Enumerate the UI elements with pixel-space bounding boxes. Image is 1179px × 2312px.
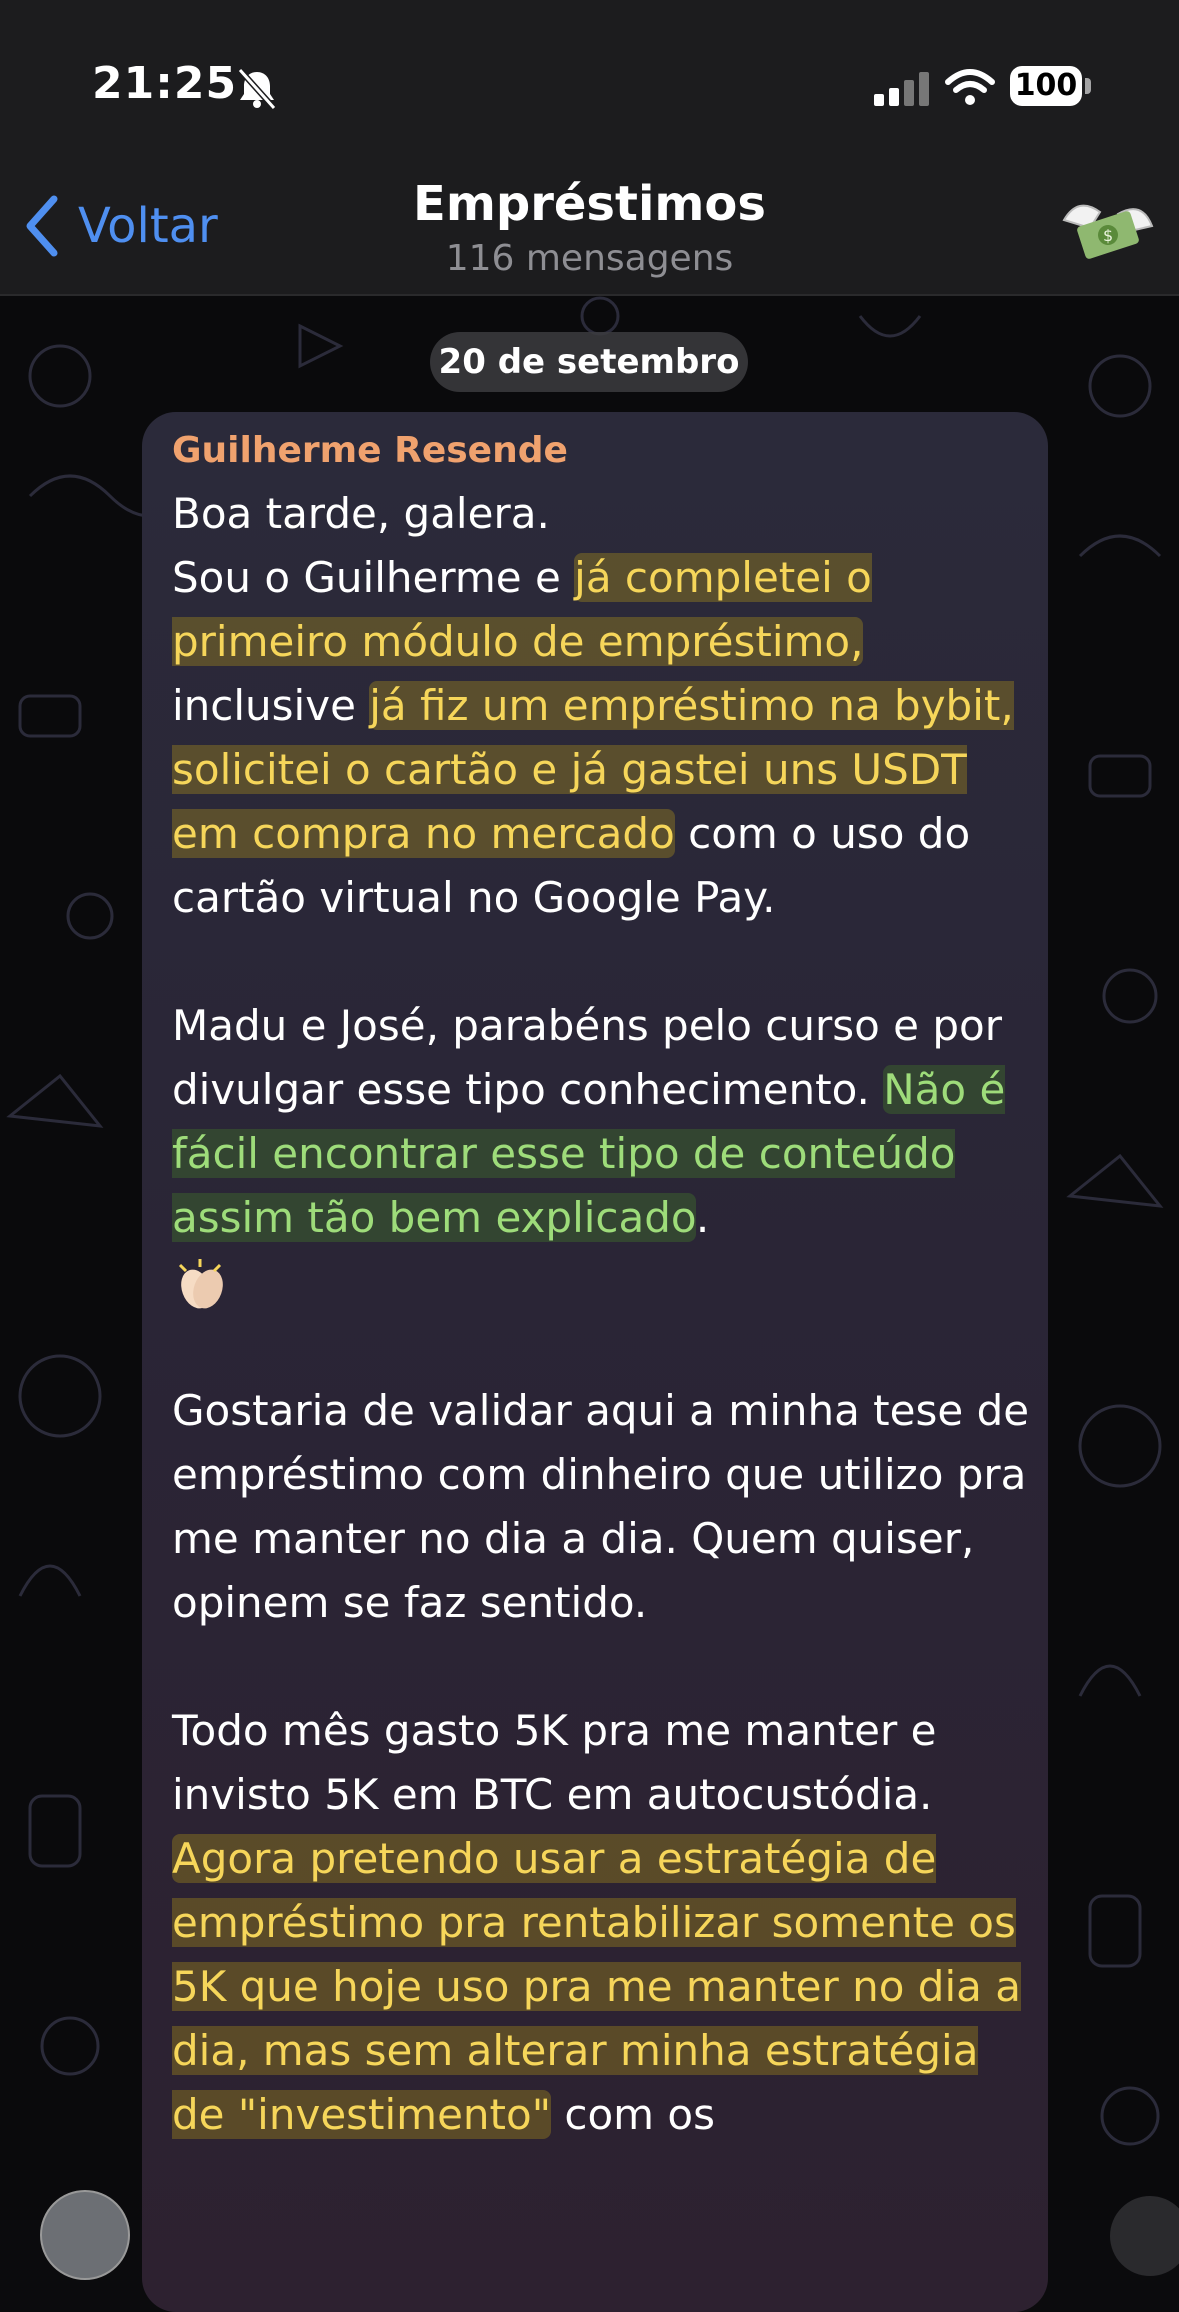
bell-slash-icon	[237, 67, 277, 111]
battery-indicator: 100	[1010, 66, 1082, 106]
svg-text:$: $	[1103, 226, 1113, 245]
msg-text: Todo mês gasto 5K pra me manter e invist…	[172, 1705, 937, 1819]
msg-text: .	[695, 1193, 710, 1242]
msg-paragraph-1: Sou o Guilherme e já completei o primeir…	[172, 546, 1032, 930]
scroll-down-button[interactable]	[1110, 2196, 1179, 2276]
message-text: Boa tarde, galera. Sou o Guilherme e já …	[172, 482, 1032, 2147]
chat-header: 21:25 100 Voltar Empréstimos 116 mensage…	[0, 0, 1179, 296]
chat-subtitle: 116 mensagens	[445, 238, 734, 279]
signal-icon	[874, 72, 929, 106]
msg-paragraph-3: Gostaria de validar aqui a minha tese de…	[172, 1385, 1030, 1627]
clapping-hands-icon	[178, 1258, 223, 1308]
msg-text: inclusive	[172, 681, 370, 730]
msg-text: Madu e José, parabéns pelo curso e por d…	[172, 1001, 1002, 1114]
status-time: 21:25	[92, 58, 238, 109]
sender-avatar[interactable]	[40, 2190, 130, 2280]
msg-line: Boa tarde, galera.	[172, 489, 550, 538]
msg-paragraph-2: Madu e José, parabéns pelo curso e por d…	[172, 994, 1032, 1315]
msg-text: com os	[551, 2089, 716, 2139]
money-wings-icon[interactable]: $	[1058, 180, 1158, 280]
chat-title[interactable]: Empréstimos	[0, 176, 1179, 232]
wifi-icon	[945, 69, 995, 105]
date-separator: 20 de setembro	[430, 332, 748, 392]
msg-text: Sou o Guilherme e	[172, 553, 575, 602]
msg-paragraph-4: Todo mês gasto 5K pra me manter e invist…	[172, 1699, 1032, 2147]
battery-tip	[1085, 78, 1091, 94]
message-sender[interactable]: Guilherme Resende	[172, 430, 568, 471]
